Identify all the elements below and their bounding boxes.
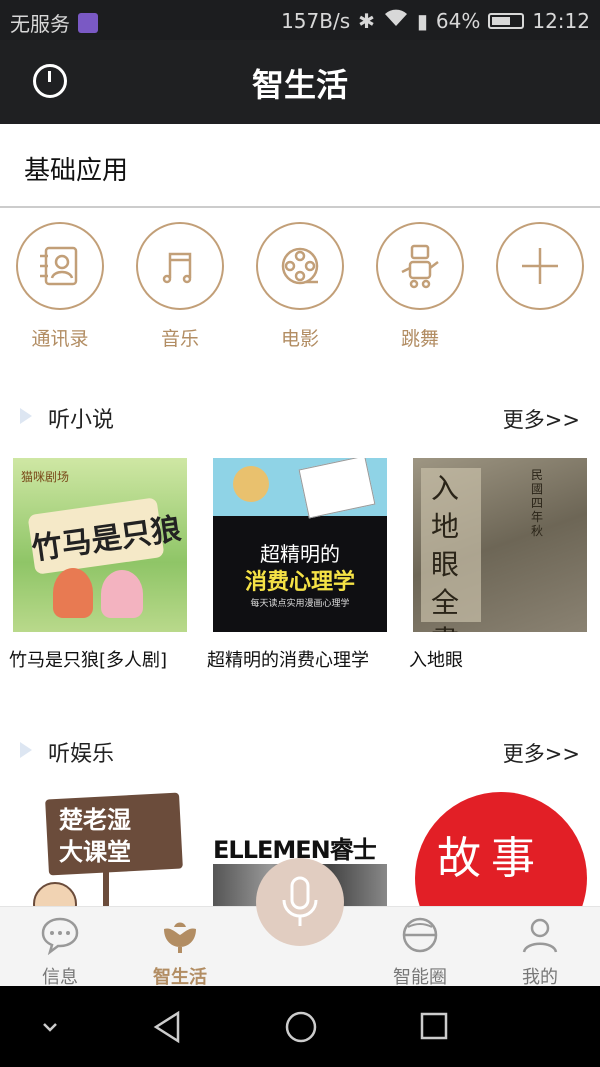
cover-title-art-2: 大课堂 [59, 838, 131, 866]
triangle-icon [20, 742, 32, 758]
network-speed: 157B/s [281, 8, 351, 33]
entertainment-more-link[interactable]: 更多>> [503, 738, 580, 768]
sim-icon [78, 12, 98, 33]
app-label: 跳舞 [400, 328, 439, 350]
cover-caption: 猫咪剧场 [21, 470, 70, 484]
app-add[interactable] [494, 222, 586, 310]
chat-bubble-icon [41, 917, 79, 956]
cover-title-art: 故事 [437, 833, 545, 884]
cover-title-art: 入地眼全書 [431, 472, 460, 632]
entertainment-header: 听娱乐 更多>> [0, 734, 600, 774]
app-label: 音乐 [160, 328, 199, 350]
title-bar: 智生活 [0, 40, 600, 124]
novel-title: 竹马是只狼[多人剧] [9, 650, 168, 671]
entertainment-title: 听娱乐 [48, 742, 115, 767]
novel-title: 超精明的消费心理学 [207, 650, 369, 671]
novels-title: 听小说 [48, 408, 115, 433]
novel-card[interactable]: 入地眼全書 民國四年秋 入地眼 [409, 458, 587, 672]
cover-title-art: 楚老湿 [59, 806, 131, 834]
tab-messages[interactable]: 信息 [20, 915, 100, 989]
user-icon [522, 918, 558, 953]
app-music[interactable]: 音乐 [134, 222, 226, 351]
app-label: 电影 [280, 328, 319, 350]
basic-apps-label: 基础应用 [24, 156, 129, 186]
film-reel-icon [256, 222, 344, 310]
novels-header: 听小说 更多>> [0, 400, 600, 440]
entertainment-card[interactable]: 楚老湿 大课堂 [13, 792, 187, 906]
novel-title: 入地眼 [409, 650, 463, 671]
novels-more-link[interactable]: 更多>> [503, 404, 580, 434]
basic-apps-header: 基础应用 [0, 124, 600, 208]
app-label: 通讯录 [31, 328, 89, 350]
music-icon [136, 222, 224, 310]
app-contacts[interactable]: 通讯录 [14, 222, 106, 351]
chevron-down-icon[interactable] [40, 1020, 60, 1034]
add-icon [496, 222, 584, 310]
tab-smart-life[interactable]: 智生活 [140, 915, 220, 989]
lotus-icon [164, 922, 196, 953]
novel-cover: 猫咪剧场 竹马是只狼 [13, 458, 187, 632]
battery-percent: 64% [435, 8, 481, 33]
cover-title-art-2: 消费心理学 [244, 570, 355, 595]
carrier-text: 无服务 [10, 12, 70, 36]
voice-button[interactable] [256, 858, 344, 946]
contacts-icon [16, 222, 104, 310]
dance-robot-icon [376, 222, 464, 310]
entertainment-card[interactable]: 故事 [413, 792, 587, 906]
novel-cover: 入地眼全書 民國四年秋 [413, 458, 587, 632]
battery-icon [488, 12, 525, 29]
cover-caption: 每天读点实用漫画心理学 [250, 599, 350, 609]
back-icon[interactable] [152, 1010, 182, 1044]
cover-caption: 民國四年秋 [531, 468, 544, 538]
basic-apps-row: 通讯录 音乐 电影 跳舞 [0, 222, 600, 362]
sd-card-icon: ▮ [416, 8, 428, 33]
tab-me[interactable]: 我的 [500, 915, 580, 989]
home-icon[interactable] [284, 1010, 318, 1044]
microphone-icon [282, 876, 318, 926]
globe-icon [402, 917, 438, 953]
app-movie[interactable]: 电影 [254, 222, 346, 351]
entertainment-cover: 故事 [413, 792, 587, 906]
tab-smart-circle[interactable]: 智能圈 [380, 915, 460, 989]
triangle-icon [20, 408, 32, 424]
entertainment-cover: 楚老湿 大课堂 [13, 792, 187, 906]
page-title: 智生活 [251, 66, 348, 104]
novel-cover: 超精明的 消费心理学 每天读点实用漫画心理学 [213, 458, 387, 632]
wifi-icon [383, 8, 409, 33]
app-dance[interactable]: 跳舞 [374, 222, 466, 351]
cover-title-art: 超精明的 [260, 542, 340, 566]
novel-card[interactable]: 超精明的 消费心理学 每天读点实用漫画心理学 超精明的消费心理学 [207, 458, 387, 672]
recents-icon[interactable] [420, 1012, 448, 1040]
novel-card[interactable]: 猫咪剧场 竹马是只狼 竹马是只狼[多人剧] [9, 458, 187, 672]
clock-time: 12:12 [532, 8, 590, 33]
status-bar: 无服务 157B/s ✱ ▮ 64% 12:12 [0, 0, 600, 40]
system-nav-bar [0, 986, 600, 1067]
bluetooth-icon: ✱ [358, 8, 375, 33]
